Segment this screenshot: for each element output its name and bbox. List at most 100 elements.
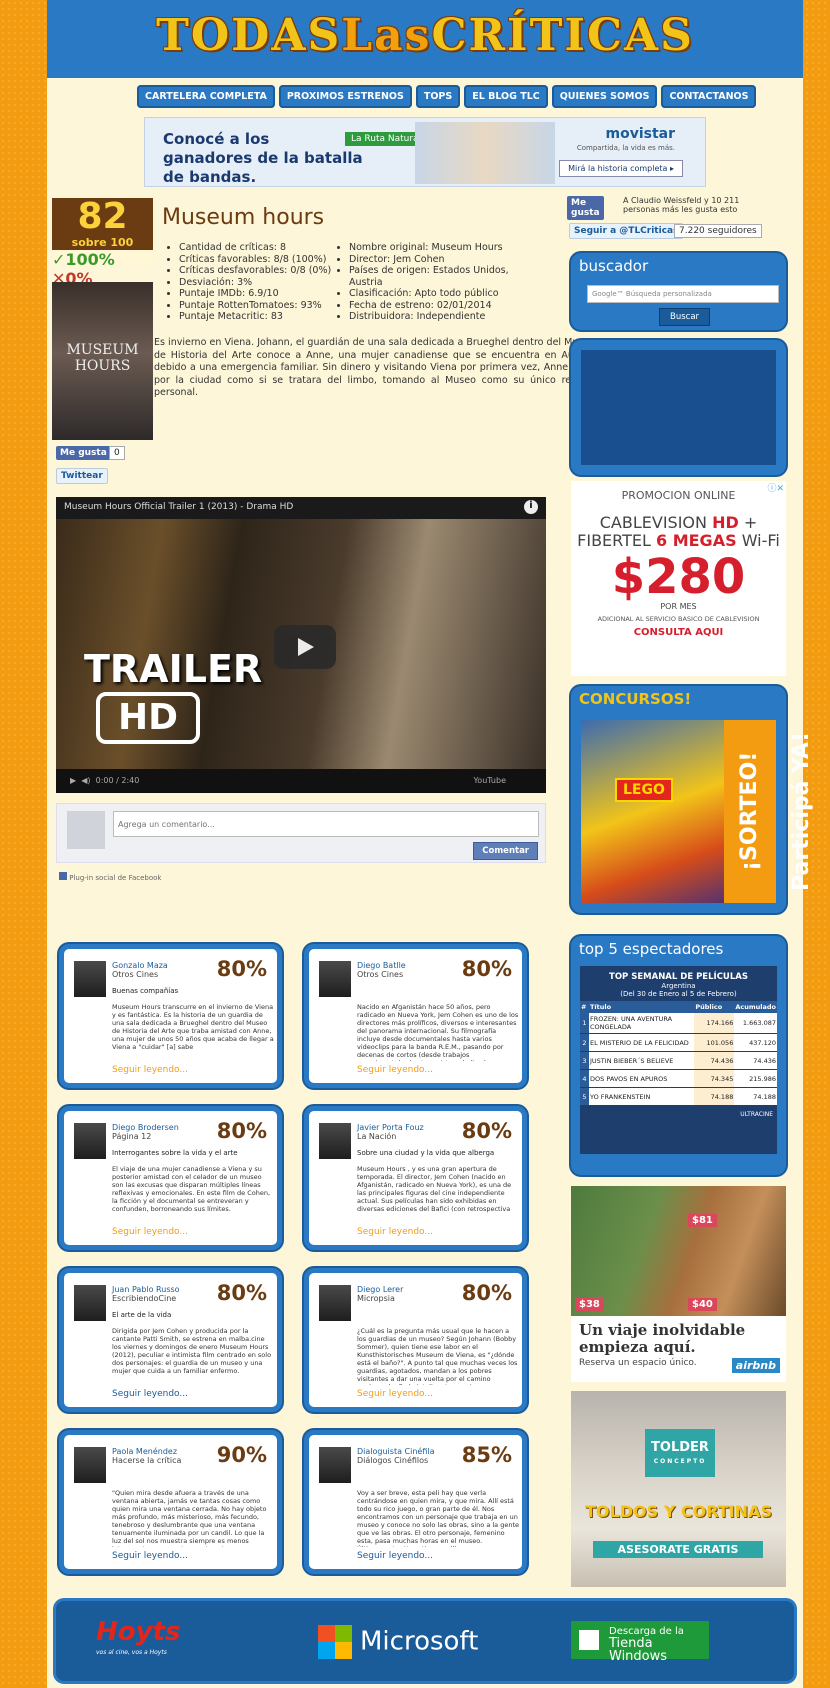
info-item: Puntaje Metacritic: 83 xyxy=(179,311,337,323)
film-title[interactable]: YO FRANKENSTEIN xyxy=(589,1087,695,1106)
tolder-cta[interactable]: ASESORATE GRATIS xyxy=(593,1541,763,1558)
hoyts-logo[interactable]: Hoyts vos al cine, vos a Hoyts xyxy=(96,1617,180,1656)
video-title[interactable]: Museum Hours Official Trailer 1 (2013) -… xyxy=(64,502,293,512)
store-line2: Tienda Windows xyxy=(609,1636,668,1664)
top5-row[interactable]: 5 YO FRANKENSTEIN 74.188 74.188 xyxy=(580,1087,777,1106)
info-item: Director: Jem Cohen xyxy=(349,254,537,266)
windows-store-badge[interactable]: Descarga de la Tienda Windows xyxy=(571,1621,709,1663)
reviewer-media: Otros Cines xyxy=(112,970,159,979)
reviewer-media: La Nación xyxy=(357,1132,397,1141)
logo-text-b: Las xyxy=(341,10,432,61)
review-card: Javier Porta Fouz La Nación 80% Sobre una c… xyxy=(304,1106,527,1250)
reviewer-name[interactable]: Gonzalo Maza xyxy=(112,961,168,970)
volume-icon[interactable]: ◀) xyxy=(81,776,90,785)
reviewer-media: Página 12 xyxy=(112,1132,152,1141)
movistar-tagline: Compartida, la vida es más. xyxy=(576,144,675,152)
reviewer-name[interactable]: Diego Batlle xyxy=(357,961,406,970)
read-more-link[interactable]: Seguir leyendo... xyxy=(357,1065,433,1075)
search-button[interactable]: Buscar xyxy=(659,308,711,326)
like-button[interactable]: Me gusta xyxy=(56,446,111,460)
play-small-icon[interactable]: ▶ xyxy=(70,776,76,785)
reviewer-avatar xyxy=(74,1447,106,1483)
play-icon[interactable] xyxy=(274,625,336,669)
reviewer-name[interactable]: Diego Lerer xyxy=(357,1285,403,1294)
contest-image[interactable]: LEGO ¡SORTEO! Participá YA! xyxy=(581,720,814,903)
nav-cartelera[interactable]: CARTELERA COMPLETA xyxy=(137,85,275,108)
film-title[interactable]: JUSTIN BIEBER´S BELIEVE xyxy=(589,1051,695,1070)
ad-promo: PROMOCION ONLINE xyxy=(621,489,736,502)
top5-row[interactable]: 3 JUSTIN BIEBER´S BELIEVE 74.436 74.436 xyxy=(580,1051,777,1070)
read-more-link[interactable]: Seguir leyendo... xyxy=(357,1227,433,1237)
lego-logo: LEGO xyxy=(615,778,673,802)
youtube-logo[interactable]: YouTube xyxy=(473,776,506,785)
review-excerpt: "Quien mira desde afuera a través de una… xyxy=(112,1489,267,1547)
tweet-button[interactable]: Twittear xyxy=(56,468,108,484)
acumulado: 74.188 xyxy=(734,1087,777,1106)
film-title[interactable]: EL MISTERIO DE LA FELICIDAD xyxy=(589,1033,695,1052)
sorteo-banner[interactable]: ¡SORTEO! Participá YA! xyxy=(724,720,814,903)
rank: 1 xyxy=(580,1013,589,1034)
review-excerpt: El viaje de una mujer canadiense a Viena… xyxy=(112,1165,271,1213)
publico: 74.436 xyxy=(694,1051,735,1070)
rank: 4 xyxy=(580,1069,589,1088)
ad-choices-icon[interactable]: ⓘ✕ xyxy=(767,481,784,494)
reviewer-name[interactable]: Dialoguista Cinéfila xyxy=(357,1447,435,1456)
avatar xyxy=(67,811,105,849)
microsoft-name: Microsoft xyxy=(360,1626,479,1657)
follow-button[interactable]: Seguir a @TLCriticas xyxy=(569,223,684,239)
read-more-link[interactable]: Seguir leyendo... xyxy=(357,1389,433,1399)
search-title: buscador xyxy=(579,257,649,275)
synopsis: Es invierno en Viena. Johann, el guardiá… xyxy=(154,337,595,398)
reviewer-name[interactable]: Paola Menéndez xyxy=(112,1447,177,1456)
followers-count: 7.220 seguidores xyxy=(674,224,762,238)
publico: 101.056 xyxy=(694,1033,735,1052)
comment-button[interactable]: Comentar xyxy=(473,842,538,860)
read-more-link[interactable]: Seguir leyendo... xyxy=(112,1227,188,1237)
search-input[interactable]: Google™ Búsqueda personalizada xyxy=(587,285,779,303)
review-card: Diego Batlle Otros Cines 80% Nacido en Afga… xyxy=(304,944,527,1088)
info-icon[interactable]: i xyxy=(524,500,538,514)
banner-text: Conocé a los ganadores de la batalla de … xyxy=(163,130,363,186)
reviewer-name[interactable]: Javier Porta Fouz xyxy=(357,1123,424,1132)
ad-consulta[interactable]: CONSULTA AQUI xyxy=(571,627,786,638)
tolder-ad[interactable]: TOLDER CONCEPTO TOLDOS Y CORTINAS ASESORA… xyxy=(571,1391,786,1587)
movistar-banner[interactable]: Conocé a los ganadores de la batalla de … xyxy=(144,117,706,187)
nav-tops[interactable]: TOPS xyxy=(415,85,461,108)
video-controls[interactable]: ▶ ◀) 0:00 / 2:40 YouTube xyxy=(56,769,546,793)
reviewer-avatar xyxy=(74,961,106,997)
info-list-right: Nombre original: Museum HoursDirector: J… xyxy=(337,242,537,323)
nav-blog[interactable]: EL BLOG TLC xyxy=(464,85,548,108)
review-score: 80% xyxy=(461,957,512,981)
film-title[interactable]: FROZEN: UNA AVENTURA CONGELADA xyxy=(589,1013,695,1034)
microsoft-logo[interactable]: Microsoft xyxy=(318,1625,478,1659)
reviewer-name[interactable]: Diego Brodersen xyxy=(112,1123,179,1132)
reviewer-avatar xyxy=(74,1285,106,1321)
info-item: Distribuidora: Independiente xyxy=(349,311,537,323)
fb-page-like[interactable]: Me gusta xyxy=(567,196,604,220)
nav-proximos[interactable]: PROXIMOS ESTRENOS xyxy=(278,85,412,108)
cablevision-ad[interactable]: ⓘ✕ PROMOCION ONLINE CABLEVISION HD + FIBE… xyxy=(571,481,786,676)
nav-contactanos[interactable]: CONTACTANOS xyxy=(661,85,757,108)
video-player[interactable]: Museum Hours Official Trailer 1 (2013) -… xyxy=(56,497,546,793)
reviewer-avatar xyxy=(319,1447,351,1483)
read-more-link[interactable]: Seguir leyendo... xyxy=(112,1065,188,1075)
reviewer-name[interactable]: Juan Pablo Russo xyxy=(112,1285,180,1294)
review-card: Dialoguista Cinéfila Diálogos Cinéfilos 85… xyxy=(304,1430,527,1574)
fb-page-text: A Claudio Weissfeld y 10 211 personas má… xyxy=(623,196,740,214)
nav-quienes[interactable]: QUIENES SOMOS xyxy=(551,85,658,108)
top5-row[interactable]: 1 FROZEN: UNA AVENTURA CONGELADA 174.166 1.… xyxy=(580,1013,777,1034)
read-more-link[interactable]: Seguir leyendo... xyxy=(112,1389,188,1399)
airbnb-ad[interactable]: $81 $38 $40 Un viaje inolvidable empieza… xyxy=(571,1186,786,1382)
banner-cta[interactable]: Mirá la historia completa ▸ xyxy=(559,160,683,177)
read-more-link[interactable]: Seguir leyendo... xyxy=(112,1551,188,1561)
movistar-logo: movistar xyxy=(605,126,675,142)
logo-text-a: TODAS xyxy=(156,10,342,61)
film-title[interactable]: DOS PAVOS EN APUROS xyxy=(589,1069,695,1088)
top5-row[interactable]: 2 EL MISTERIO DE LA FELICIDAD 101.056 437.1… xyxy=(580,1033,777,1052)
fb-plugin-label: Plug-in social de Facebook xyxy=(59,872,161,882)
read-more-link[interactable]: Seguir leyendo... xyxy=(357,1551,433,1561)
site-logo[interactable]: TODASLasCRÍTICAS xyxy=(47,10,803,61)
top5-row[interactable]: 4 DOS PAVOS EN APUROS 74.345 215.986 xyxy=(580,1069,777,1088)
review-card: Juan Pablo Russo EscribiendoCine 80% El art… xyxy=(59,1268,282,1412)
comment-input[interactable] xyxy=(113,811,539,837)
